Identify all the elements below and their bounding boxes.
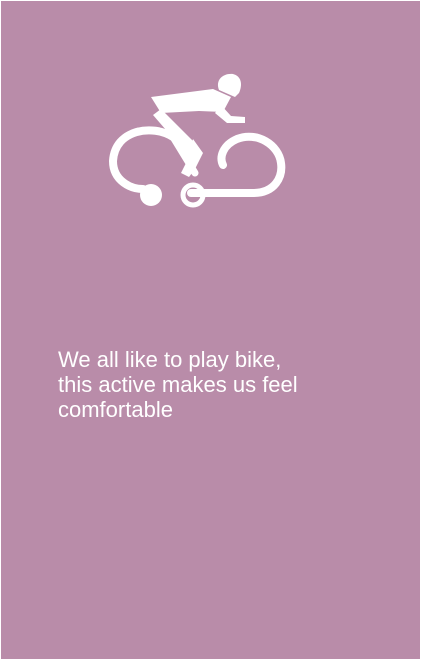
caption-line: comfortable — [58, 397, 173, 422]
caption-text: We all like to play bike, this active ma… — [58, 347, 378, 422]
bike-card: We all like to play bike, this active ma… — [1, 1, 420, 659]
caption-line: this active makes us feel — [58, 372, 298, 397]
caption-line: We all like to play bike, — [58, 347, 282, 372]
cyclist-icon — [108, 73, 286, 208]
